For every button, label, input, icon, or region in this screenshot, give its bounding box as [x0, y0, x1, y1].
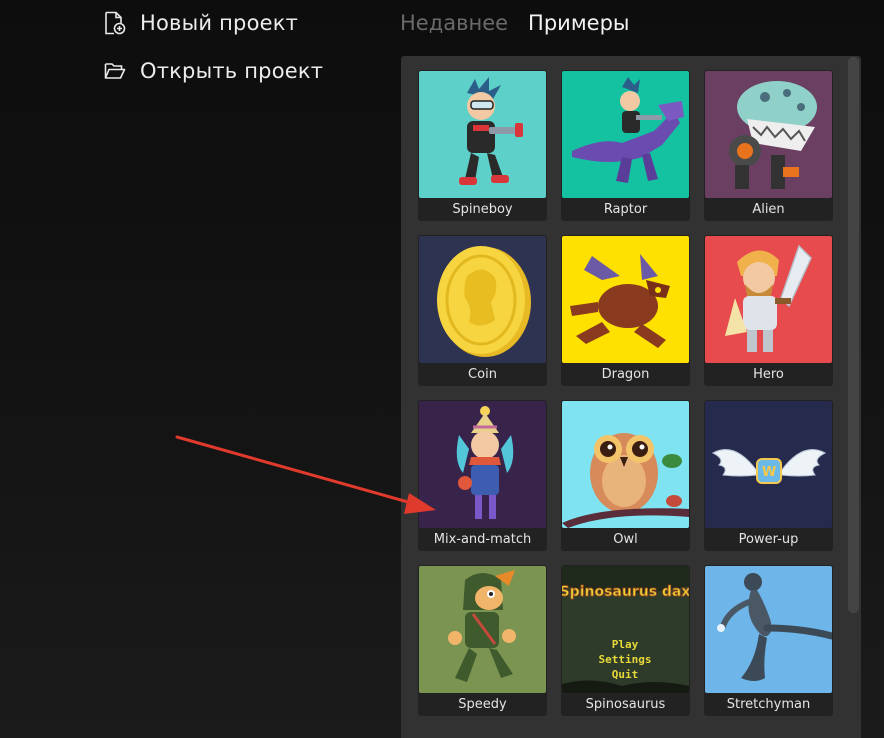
example-label: Hero [753, 367, 784, 382]
tab-examples[interactable]: Примеры [528, 11, 629, 35]
new-file-icon [104, 11, 126, 35]
example-thumbnail [705, 71, 832, 198]
example-card-raptor[interactable]: Raptor [561, 70, 690, 221]
tab-bar: Недавнее Примеры [400, 11, 630, 35]
example-card-power-up[interactable]: W Power-up [704, 400, 833, 551]
open-project-button[interactable]: Открыть проект [104, 59, 323, 83]
spinosaurus-menu-play: Play [612, 638, 639, 651]
example-label: Speedy [458, 697, 507, 712]
example-thumbnail [705, 566, 832, 693]
examples-panel: Spineboy Raptor Alien Coin Dragon Hero M… [401, 56, 861, 738]
svg-text:W: W [762, 465, 776, 480]
example-label: Raptor [603, 202, 648, 217]
example-label: Power-up [738, 532, 799, 547]
example-label: Alien [752, 202, 785, 217]
new-project-button[interactable]: Новый проект [104, 11, 298, 35]
example-thumbnail [562, 71, 689, 198]
example-thumbnail [419, 236, 546, 363]
example-label: Dragon [601, 367, 650, 382]
example-label: Spinosaurus [585, 697, 666, 712]
example-card-alien[interactable]: Alien [704, 70, 833, 221]
open-project-label: Открыть проект [140, 59, 324, 83]
examples-scrollbar[interactable] [848, 57, 859, 613]
example-label: Spineboy [452, 202, 513, 217]
example-card-mix-and-match[interactable]: Mix-and-match [418, 400, 547, 551]
example-label: Stretchyman [726, 697, 811, 712]
example-thumbnail [562, 401, 689, 528]
example-thumbnail [562, 236, 689, 363]
example-thumbnail: W [705, 401, 832, 528]
example-card-dragon[interactable]: Dragon [561, 235, 690, 386]
example-label: Coin [468, 367, 497, 382]
example-thumbnail: Spinosaurus dax Play Settings Quit [562, 566, 689, 693]
example-thumbnail [705, 236, 832, 363]
example-card-speedy[interactable]: Speedy [418, 565, 547, 716]
spinosaurus-title: Spinosaurus dax [562, 584, 689, 600]
example-label: Owl [613, 532, 638, 547]
example-label: Mix-and-match [433, 532, 532, 547]
example-card-spineboy[interactable]: Spineboy [418, 70, 547, 221]
tab-recent[interactable]: Недавнее [400, 11, 508, 35]
folder-open-icon [104, 60, 126, 82]
spinosaurus-menu-settings: Settings [599, 653, 652, 666]
example-thumbnail [419, 566, 546, 693]
example-card-coin[interactable]: Coin [418, 235, 547, 386]
example-card-hero[interactable]: Hero [704, 235, 833, 386]
example-card-owl[interactable]: Owl [561, 400, 690, 551]
example-card-spinosaurus[interactable]: Spinosaurus dax Play Settings Quit Spino… [561, 565, 690, 716]
example-thumbnail [419, 71, 546, 198]
example-thumbnail [419, 401, 546, 528]
new-project-label: Новый проект [140, 11, 299, 35]
spinosaurus-menu-quit: Quit [612, 668, 639, 681]
example-card-stretchyman[interactable]: Stretchyman [704, 565, 833, 716]
